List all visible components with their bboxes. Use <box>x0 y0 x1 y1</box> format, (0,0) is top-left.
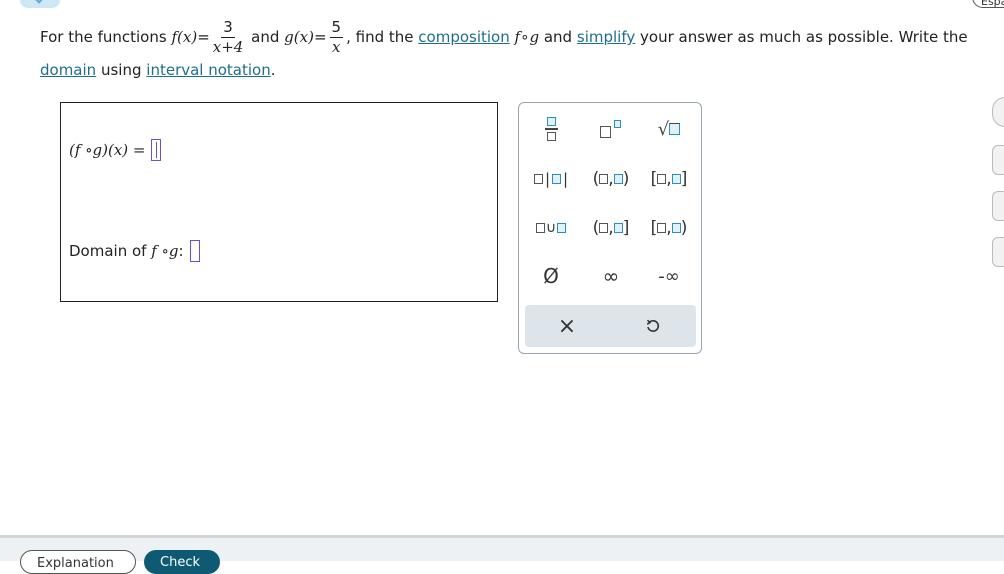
comma: , <box>346 28 351 46</box>
bottom-bar: Explanation Check <box>0 535 1004 574</box>
abs-value-button[interactable]: | | <box>523 159 579 199</box>
open-interval-icon: (,) <box>592 169 630 189</box>
fraction-button[interactable] <box>523 109 579 149</box>
f-fraction: 3 x+4 <box>213 18 244 57</box>
sqrt-button[interactable]: √ <box>641 109 697 149</box>
domain-input[interactable] <box>189 240 200 262</box>
f-denominator: x+4 <box>212 37 244 56</box>
question-text: For the functions f (x) = 3 x+4 and g (x… <box>40 12 970 80</box>
infinity-symbol: ∞ <box>602 264 620 288</box>
comp-g: g <box>529 28 540 46</box>
undo-button[interactable] <box>625 306 681 346</box>
right-open-interval-button[interactable]: [,) <box>641 208 697 248</box>
domain-link[interactable]: domain <box>40 61 96 79</box>
and-text: and <box>251 28 280 46</box>
closed-interval-icon: [,] <box>650 169 688 189</box>
find-text: find the <box>355 28 414 46</box>
and-text-2: and <box>543 28 573 46</box>
calculator-icon[interactable] <box>992 191 1004 221</box>
empty-set-symbol: Ø <box>543 264 559 288</box>
union-icon: ∪ <box>535 220 567 236</box>
f-arg: (x) <box>177 28 198 46</box>
period: . <box>270 61 276 79</box>
closed-interval-button[interactable]: [,] <box>641 159 697 199</box>
interval-notation-link[interactable]: interval notation <box>146 61 270 79</box>
negative-infinity-button[interactable]: -∞ <box>641 256 697 296</box>
g-fraction: 5 x <box>329 17 344 57</box>
union-button[interactable]: ∪ <box>523 208 579 248</box>
question-intro: For the functions <box>40 28 167 46</box>
clear-button[interactable]: × <box>539 306 595 346</box>
g-numerator: 5 <box>329 17 344 38</box>
comp-circ: ∘ <box>520 28 530 46</box>
answer-box: (f ∘g)(x) = Domain of f ∘g : <box>60 102 498 302</box>
g-name: g <box>284 28 294 46</box>
simplify-link[interactable]: simplify <box>577 27 635 47</box>
composition-label: (f ∘g)(x) = <box>69 141 146 159</box>
infinity-button[interactable]: ∞ <box>583 256 639 296</box>
fraction-icon <box>544 117 558 141</box>
composition-link[interactable]: composition <box>418 27 509 47</box>
left-open-interval-button[interactable]: (,] <box>583 208 639 248</box>
right-open-interval-icon: [,) <box>650 218 688 238</box>
sqrt-icon: √ <box>658 119 681 140</box>
composition-input[interactable] <box>151 139 162 161</box>
superscript-icon <box>600 119 622 139</box>
using-text: using <box>100 61 142 79</box>
question-rest: your answer as much as possible. Write t… <box>640 28 968 46</box>
abs-value-icon: | | <box>533 170 568 188</box>
domain-label: Domain of <box>69 242 147 260</box>
domain-answer-row: Domain of f ∘g : <box>69 240 200 262</box>
superscript-button[interactable] <box>583 109 639 149</box>
g-denominator: x <box>332 37 341 56</box>
nav-tab[interactable] <box>20 0 60 8</box>
negative-infinity-symbol: -∞ <box>658 265 680 287</box>
book-icon[interactable] <box>992 237 1004 267</box>
domain-fg: f ∘g <box>151 242 179 260</box>
notes-icon[interactable] <box>992 145 1004 175</box>
f-numerator: 3 <box>221 17 235 38</box>
empty-set-button[interactable]: Ø <box>523 256 579 296</box>
undo-icon <box>646 319 660 332</box>
close-icon: × <box>557 313 577 339</box>
composition-answer-row: (f ∘g)(x) = <box>69 139 162 161</box>
math-palette: √ | | (,) [,] ∪ (,] [,) Ø ∞ -∞ × <box>518 102 702 354</box>
g-equals: = <box>313 28 327 46</box>
domain-colon: : <box>178 242 184 260</box>
help-icon[interactable] <box>992 97 1004 127</box>
g-arg: (x) <box>293 28 314 46</box>
explanation-button[interactable]: Explanation <box>20 550 136 574</box>
palette-footer: × <box>525 305 696 347</box>
language-button[interactable]: Espa <box>972 0 1004 8</box>
check-button[interactable]: Check <box>144 550 220 574</box>
open-interval-button[interactable]: (,) <box>583 159 639 199</box>
left-open-interval-icon: (,] <box>592 218 630 238</box>
f-equals: = <box>197 28 210 46</box>
